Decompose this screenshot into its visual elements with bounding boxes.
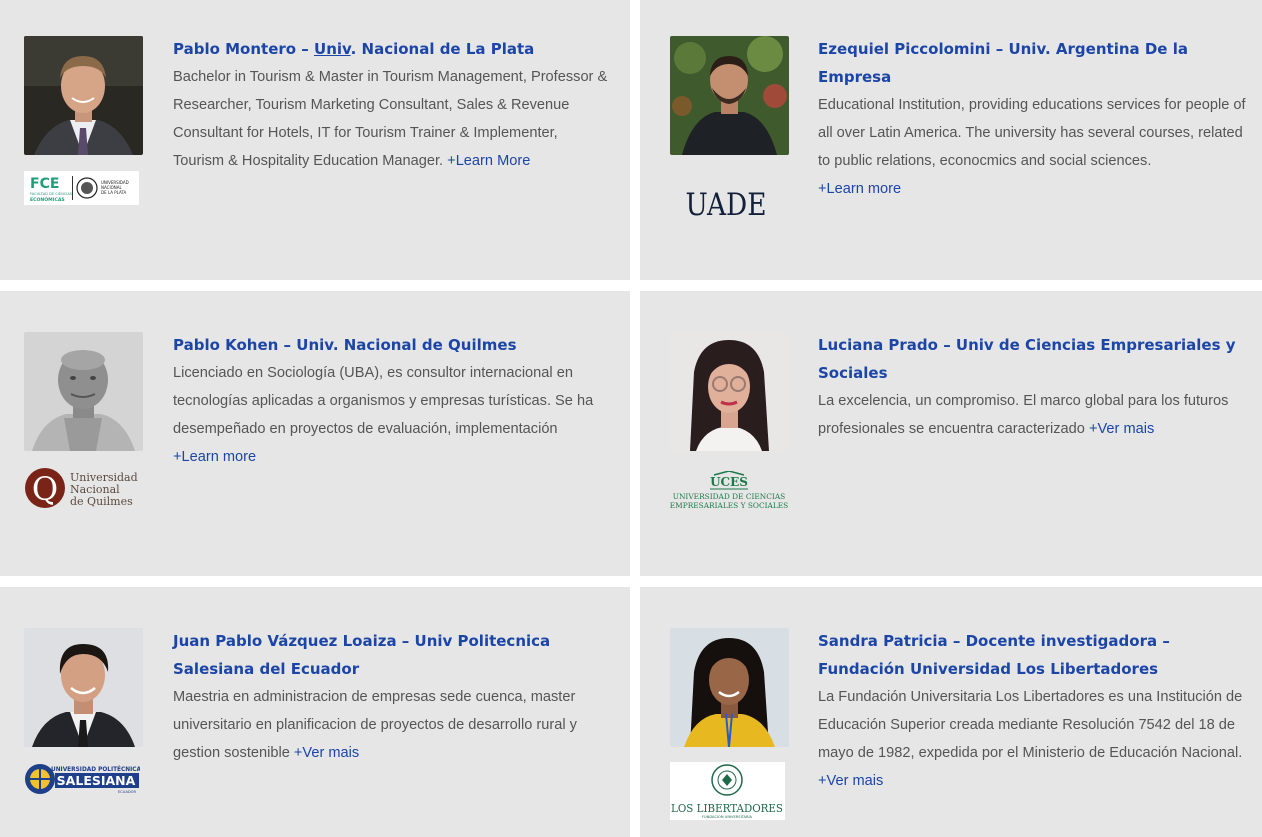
logo-text-universidad-politecnica: UNIVERSIDAD POLITÉCNICA [51, 765, 140, 773]
logo-text-fundacion-universitaria: FUNDACIÓN UNIVERSITARIA [702, 814, 753, 819]
profile-photo-sandra-patricia [670, 628, 789, 747]
univ-link[interactable]: Univ [314, 40, 351, 58]
profile-text-juan-pablo-vazquez: Juan Pablo Vázquez Loaiza – Univ Politec… [173, 627, 609, 767]
profile-card-luciana-prado: UCES UNIVERSIDAD DE CIENCIAS EMPRESARIAL… [640, 291, 1262, 576]
profile-description: La excelencia, un compromiso. El marco g… [818, 393, 1229, 437]
profile-photo-ezequiel-piccolomini [670, 36, 789, 155]
profile-description: Licenciado en Sociología (UBA), es consu… [173, 365, 594, 465]
profile-name: Pablo Kohen – Univ. Nacional de Quilmes [173, 336, 517, 354]
learn-more-link[interactable]: +Learn more [173, 449, 256, 465]
profile-text-ezequiel-piccolomini: Ezequiel Piccolomini – Univ. Argentina D… [818, 35, 1248, 203]
ver-mais-link[interactable]: +Ver mais [1089, 421, 1154, 437]
university-logo-uces: UCES UNIVERSIDAD DE CIENCIAS EMPRESARIAL… [670, 471, 789, 513]
profile-name: Ezequiel Piccolomini – Univ. Argentina D… [818, 40, 1188, 86]
logo-text-uces: UCES [710, 475, 748, 489]
profile-photo-pablo-montero [24, 36, 143, 155]
profile-name: Luciana Prado – Univ de Ciencias Empresa… [818, 336, 1236, 382]
ver-mais-link[interactable]: +Ver mais [818, 773, 883, 789]
logo-text-ecuador: ECUADOR [118, 790, 136, 794]
profile-card-pablo-montero: FCE FACULTAD DE CIENCIAS ECONÓMICAS UNIV… [0, 0, 630, 280]
profile-text-luciana-prado: Luciana Prado – Univ de Ciencias Empresa… [818, 331, 1248, 443]
university-logo-unlp-fce: FCE FACULTAD DE CIENCIAS ECONÓMICAS UNIV… [24, 171, 139, 205]
ver-mais-link[interactable]: +Ver mais [294, 745, 359, 761]
learn-more-link[interactable]: +Learn More [447, 153, 530, 169]
university-logo-los-libertadores: LOS LIBERTADORES FUNDACIÓN UNIVERSITARIA [670, 762, 785, 820]
logo-text-salesiana: SALESIANA [57, 773, 136, 788]
university-logo-salesiana: UNIVERSIDAD POLITÉCNICA SALESIANA ECUADO… [24, 762, 140, 796]
logo-text-universidad: UNIVERSIDAD DE CIENCIAS [673, 492, 786, 501]
profile-card-ezequiel-piccolomini: UADE Ezequiel Piccolomini – Univ. Argent… [640, 0, 1262, 280]
profile-card-sandra-patricia: LOS LIBERTADORES FUNDACIÓN UNIVERSITARIA… [640, 587, 1262, 837]
university-logo-uade: UADE [670, 182, 789, 228]
profile-name: Sandra Patricia – Docente investigadora … [818, 632, 1170, 678]
logo-text-de-la-plata: DE LA PLATA [101, 190, 126, 195]
logo-text-fce: FCE [30, 176, 59, 192]
profile-photo-pablo-kohen [24, 332, 143, 451]
profile-text-sandra-patricia: Sandra Patricia – Docente investigadora … [818, 627, 1248, 795]
profile-card-pablo-kohen: Q Universidad Nacional de Quilmes Pablo … [0, 291, 630, 576]
profile-photo-juan-pablo-vazquez [24, 628, 143, 747]
logo-text-q: Q [32, 470, 58, 508]
logo-text-empresariales: EMPRESARIALES Y SOCIALES [670, 501, 788, 510]
profile-card-juan-pablo-vazquez: UNIVERSIDAD POLITÉCNICA SALESIANA ECUADO… [0, 587, 630, 837]
profile-description: Educational Institution, providing educa… [818, 97, 1246, 197]
learn-more-link[interactable]: +Learn more [818, 181, 901, 197]
logo-text-uade: UADE [686, 187, 767, 223]
logo-text-economicas: ECONÓMICAS [30, 196, 65, 203]
profile-description: Maestria en administracion de empresas s… [173, 689, 577, 761]
profile-text-pablo-montero: Pablo Montero – Univ. Nacional de La Pla… [173, 35, 609, 175]
profile-text-pablo-kohen: Pablo Kohen – Univ. Nacional de Quilmes … [173, 331, 613, 471]
logo-text-los-libertadores: LOS LIBERTADORES [671, 801, 783, 815]
university-logo-quilmes: Q Universidad Nacional de Quilmes [24, 467, 141, 511]
profile-name: Juan Pablo Vázquez Loaiza – Univ Politec… [173, 632, 551, 678]
profile-photo-luciana-prado [670, 332, 789, 451]
profile-name: Pablo Montero – Univ. Nacional de La Pla… [173, 40, 535, 58]
logo-text-de-quilmes: de Quilmes [70, 495, 133, 508]
profile-description: Bachelor in Tourism & Master in Tourism … [173, 69, 608, 169]
logo-text-facultad: FACULTAD DE CIENCIAS [30, 192, 73, 196]
profile-description: La Fundación Universitaria Los Libertado… [818, 689, 1243, 789]
